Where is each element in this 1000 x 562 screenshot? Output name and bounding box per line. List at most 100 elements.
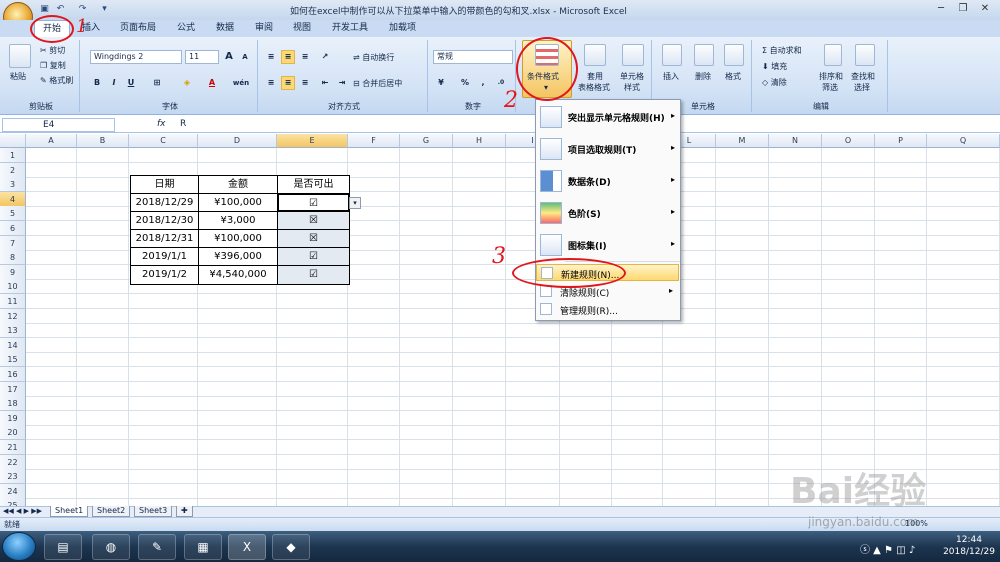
tab-developer[interactable]: 开发工具 [324,20,376,37]
row-header[interactable]: 3 [0,177,26,192]
font-name-combo[interactable]: Wingdings 2 [90,50,182,64]
sort-filter-icon[interactable] [824,44,842,66]
tab-page-layout[interactable]: 页面布局 [112,20,164,37]
table-cell[interactable]: 2018/12/29 [130,193,199,212]
align-left-icon[interactable]: ≡ [264,76,278,90]
decrease-indent-icon[interactable]: ⇤ [318,76,332,90]
sheet-tab-3[interactable]: Sheet3 [134,506,173,517]
table-cell[interactable]: ¥3,000 [198,211,278,230]
column-header[interactable]: D [198,134,277,148]
quick-access-icon[interactable]: ▾ [98,3,111,16]
row-header[interactable]: 23 [0,469,26,484]
align-middle-icon[interactable]: ≡ [281,50,295,64]
column-header[interactable]: N [769,134,822,148]
row-header[interactable]: 6 [0,221,26,236]
row-header[interactable]: 13 [0,323,26,338]
comma-button[interactable]: , [476,76,490,90]
row-header[interactable]: 4 [0,192,26,207]
column-header[interactable]: G [400,134,453,148]
sheet-tab-2[interactable]: Sheet2 [92,506,131,517]
paste-button[interactable]: 粘贴 [10,71,26,82]
font-color-button[interactable]: A [205,76,219,90]
folder-icon[interactable]: ▤ [44,534,82,560]
table-format-icon[interactable] [584,44,606,66]
table-header-cell[interactable]: 日期 [130,175,199,194]
column-header[interactable]: Q [927,134,1000,148]
wrap-text-button[interactable]: ⇌ 自动换行 [353,52,394,63]
save-icon[interactable]: ▣ [38,3,51,16]
table-header-cell[interactable]: 是否可出 [277,175,350,194]
row-header[interactable]: 17 [0,382,26,397]
row-header[interactable]: 18 [0,396,26,411]
row-header[interactable]: 8 [0,250,26,265]
grow-font-button[interactable]: A [222,50,236,64]
app-icon[interactable]: ◆ [272,534,310,560]
number-format-combo[interactable]: 常规 [433,50,513,64]
table-cell[interactable]: ¥100,000 [198,229,278,248]
cell-style-icon[interactable] [622,44,644,66]
row-header[interactable]: 11 [0,294,26,309]
column-header[interactable]: P [875,134,927,148]
wechat-icon[interactable]: ◍ [92,534,130,560]
cut-button[interactable]: ✂ 剪切 [40,45,65,56]
column-header[interactable]: C [129,134,198,148]
table-cell[interactable]: ¥396,000 [198,247,278,266]
check-cell[interactable]: ☒ [277,211,350,230]
column-header[interactable]: M [716,134,769,148]
row-header[interactable]: 5 [0,206,26,221]
menu-item-4[interactable]: 图标集(I) ▸ [535,230,681,260]
redo-icon[interactable]: ↷ [76,3,89,16]
start-button[interactable] [2,532,36,561]
table-cell[interactable]: 2019/1/1 [130,247,199,266]
paste-icon[interactable] [9,44,31,68]
format-cells-icon[interactable] [724,44,744,66]
column-header[interactable]: H [453,134,506,148]
row-header[interactable]: 22 [0,455,26,470]
menu-small-item-2[interactable]: 管理规则(R)... [536,301,679,318]
row-header[interactable]: 20 [0,425,26,440]
table-cell[interactable]: 2019/1/2 [130,265,199,285]
merge-center-button[interactable]: ⊟ 合并后居中 [353,78,402,89]
close-button[interactable]: ✕ [974,1,996,16]
explorer-icon[interactable]: ▦ [184,534,222,560]
menu-item-1[interactable]: 项目选取规则(T) ▸ [535,134,681,164]
row-header[interactable]: 1 [0,148,26,163]
align-bottom-icon[interactable]: ≡ [298,50,312,64]
align-center-icon[interactable]: ≡ [281,76,295,90]
percent-button[interactable]: % [458,76,472,90]
column-header[interactable]: F [348,134,400,148]
tab-review[interactable]: 审阅 [247,20,281,37]
row-header[interactable]: 9 [0,265,26,280]
select-all-corner[interactable] [0,134,26,148]
shrink-font-button[interactable]: A [238,50,252,64]
paint-icon[interactable]: ✎ [138,534,176,560]
row-header[interactable]: 12 [0,309,26,324]
check-cell[interactable]: ☑ [277,265,350,285]
phonetic-button[interactable]: wén [230,76,252,90]
row-header[interactable]: 10 [0,279,26,294]
restore-button[interactable]: ❐ [952,1,974,16]
row-header[interactable]: 21 [0,440,26,455]
row-header[interactable]: 19 [0,411,26,426]
fill-button[interactable]: ⬇ 填充 [762,61,787,72]
row-header[interactable]: 2 [0,163,26,178]
tab-data[interactable]: 数据 [208,20,242,37]
row-header[interactable]: 15 [0,352,26,367]
delete-cells-icon[interactable] [694,44,714,66]
column-header[interactable]: B [77,134,129,148]
menu-item-3[interactable]: 色阶(S) ▸ [535,198,681,228]
tab-addins[interactable]: 加载项 [381,20,424,37]
table-cell[interactable]: ¥4,540,000 [198,265,278,285]
clock[interactable]: 12:44 2018/12/29 [940,534,998,558]
row-header[interactable]: 16 [0,367,26,382]
tab-formulas[interactable]: 公式 [169,20,203,37]
table-cell[interactable]: ¥100,000 [198,193,278,212]
clear-button[interactable]: ◇ 清除 [762,77,787,88]
align-right-icon[interactable]: ≡ [298,76,312,90]
fill-color-icon[interactable]: ◈ [180,76,194,90]
tray-icons[interactable]: ⓢ ▲ ⚑ ◫ ♪ [860,541,915,556]
check-cell[interactable]: ☑ [277,193,350,212]
table-cell[interactable]: 2018/12/30 [130,211,199,230]
name-box[interactable]: E4 [2,118,115,132]
column-header[interactable]: E [277,134,348,148]
